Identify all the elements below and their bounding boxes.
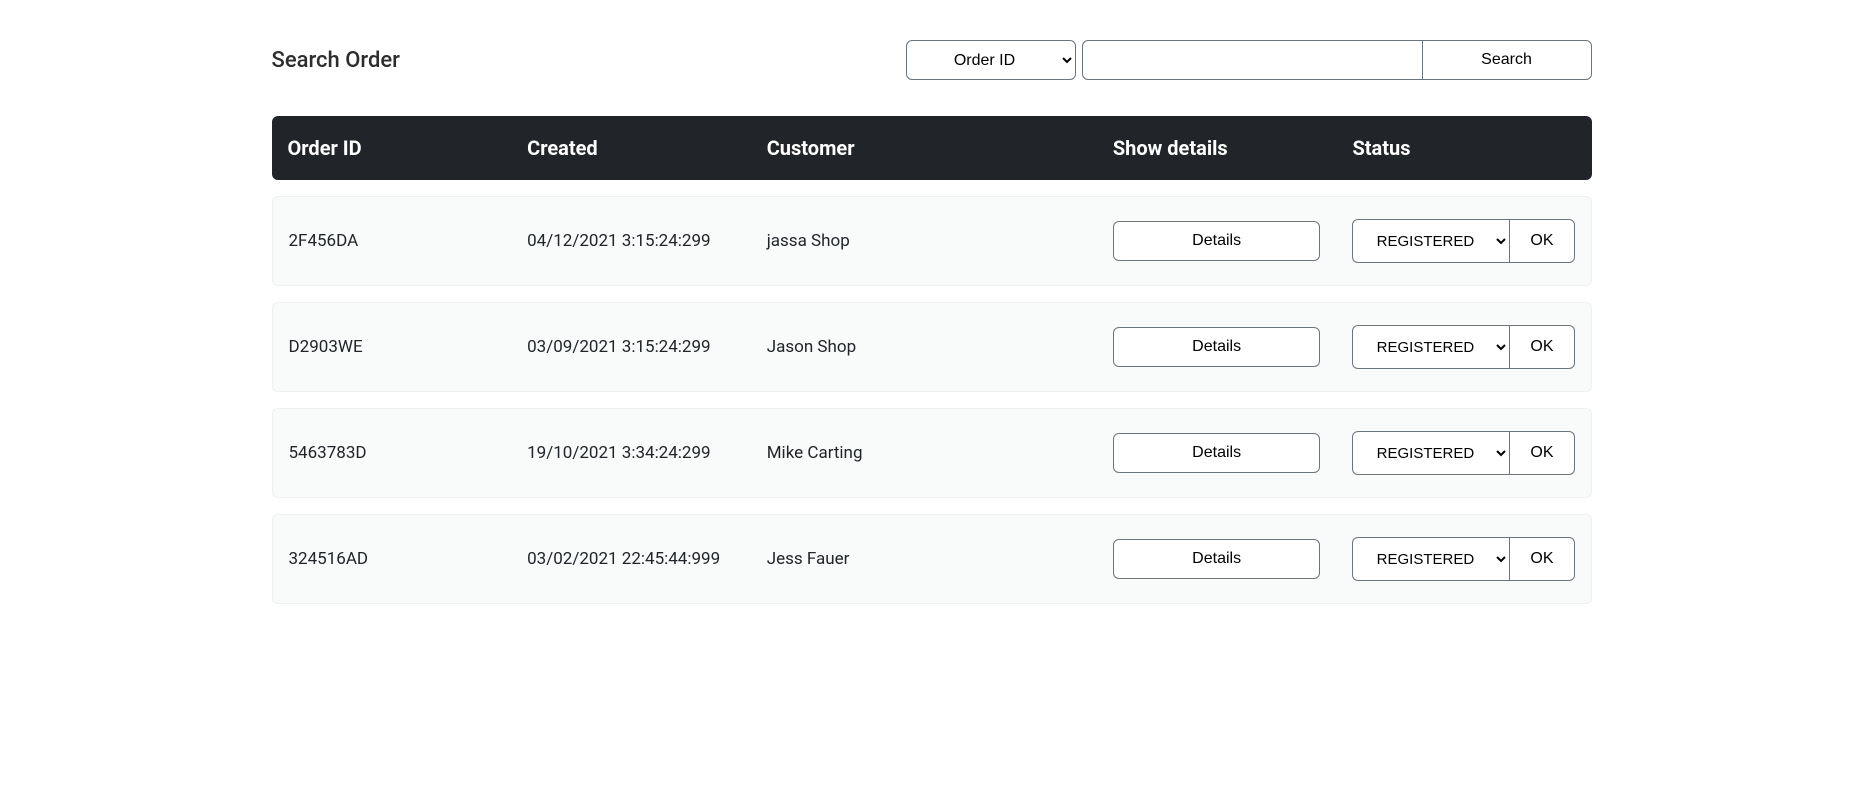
ok-button[interactable]: OK bbox=[1509, 537, 1574, 581]
orders-table: Order ID Created Customer Show details S… bbox=[272, 100, 1592, 620]
cell-customer: Jason Shop bbox=[751, 302, 1097, 392]
cell-order-id: 2F456DA bbox=[272, 196, 512, 286]
details-button[interactable]: Details bbox=[1113, 327, 1321, 367]
header-created: Created bbox=[511, 116, 751, 180]
ok-button[interactable]: OK bbox=[1509, 325, 1574, 369]
cell-show-details: Details bbox=[1097, 408, 1337, 498]
cell-order-id: 5463783D bbox=[272, 408, 512, 498]
search-title: Search Order bbox=[272, 48, 400, 73]
ok-button[interactable]: OK bbox=[1509, 219, 1574, 263]
cell-show-details: Details bbox=[1097, 302, 1337, 392]
ok-button[interactable]: OK bbox=[1509, 431, 1574, 475]
cell-order-id: D2903WE bbox=[272, 302, 512, 392]
header-status: Status bbox=[1336, 116, 1591, 180]
status-group: REGISTEREDOK bbox=[1352, 431, 1574, 475]
table-row: 2F456DA04/12/2021 3:15:24:299jassa Shop D… bbox=[272, 196, 1592, 286]
status-select[interactable]: REGISTERED bbox=[1352, 325, 1509, 369]
cell-customer: Jess Fauer bbox=[751, 514, 1097, 604]
cell-status: REGISTEREDOK bbox=[1336, 302, 1591, 392]
table-header-row: Order ID Created Customer Show details S… bbox=[272, 116, 1592, 180]
details-button[interactable]: Details bbox=[1113, 433, 1321, 473]
cell-show-details: Details bbox=[1097, 196, 1337, 286]
search-bar: Search Order Order ID Search bbox=[272, 40, 1592, 80]
header-customer: Customer bbox=[751, 116, 1097, 180]
cell-created: 03/02/2021 22:45:44:999 bbox=[511, 514, 751, 604]
cell-created: 04/12/2021 3:15:24:299 bbox=[511, 196, 751, 286]
status-group: REGISTEREDOK bbox=[1352, 219, 1574, 263]
cell-status: REGISTEREDOK bbox=[1336, 408, 1591, 498]
status-group: REGISTEREDOK bbox=[1352, 537, 1574, 581]
table-row: 5463783D19/10/2021 3:34:24:299Mike Carti… bbox=[272, 408, 1592, 498]
status-select[interactable]: REGISTERED bbox=[1352, 537, 1509, 581]
cell-created: 19/10/2021 3:34:24:299 bbox=[511, 408, 751, 498]
header-order-id: Order ID bbox=[272, 116, 512, 180]
status-select[interactable]: REGISTERED bbox=[1352, 219, 1509, 263]
header-show-details: Show details bbox=[1097, 116, 1337, 180]
cell-status: REGISTEREDOK bbox=[1336, 196, 1591, 286]
cell-created: 03/09/2021 3:15:24:299 bbox=[511, 302, 751, 392]
cell-customer: jassa Shop bbox=[751, 196, 1097, 286]
cell-status: REGISTEREDOK bbox=[1336, 514, 1591, 604]
cell-order-id: 324516AD bbox=[272, 514, 512, 604]
cell-customer: Mike Carting bbox=[751, 408, 1097, 498]
status-group: REGISTEREDOK bbox=[1352, 325, 1574, 369]
search-button[interactable]: Search bbox=[1422, 40, 1592, 80]
details-button[interactable]: Details bbox=[1113, 221, 1321, 261]
details-button[interactable]: Details bbox=[1113, 539, 1321, 579]
table-row: 324516AD03/02/2021 22:45:44:999Jess Faue… bbox=[272, 514, 1592, 604]
search-controls: Order ID Search bbox=[906, 40, 1592, 80]
status-select[interactable]: REGISTERED bbox=[1352, 431, 1509, 475]
table-row: D2903WE03/09/2021 3:15:24:299Jason Shop D… bbox=[272, 302, 1592, 392]
search-field-select[interactable]: Order ID bbox=[906, 40, 1076, 80]
search-input[interactable] bbox=[1082, 40, 1422, 80]
cell-show-details: Details bbox=[1097, 514, 1337, 604]
